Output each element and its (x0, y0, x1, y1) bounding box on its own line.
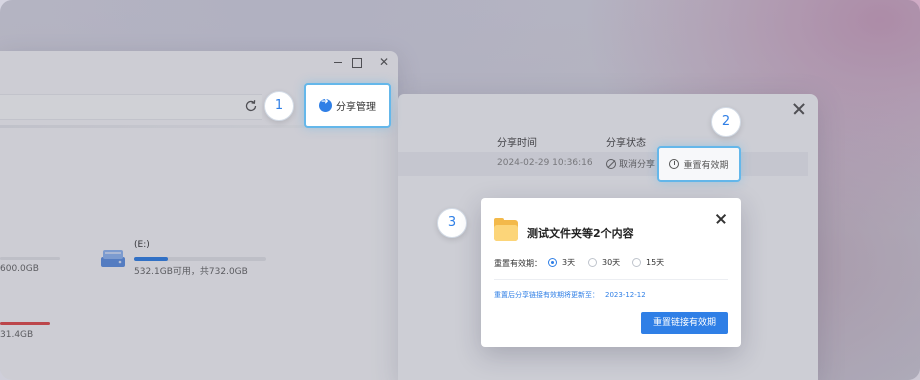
dialog-title: 测试文件夹等2个内容 (527, 227, 634, 240)
reset-expiry-button[interactable]: 重置有效期 (657, 146, 741, 182)
expiry-option-3d[interactable]: 3天 (548, 257, 575, 268)
radio-icon (548, 258, 557, 267)
dim-overlay (0, 0, 920, 380)
step-badge-2: 2 (711, 107, 741, 137)
reset-link-expiry-button[interactable]: 重置链接有效期 (641, 312, 728, 334)
expiry-note-text: 重置后分享链接有效期将更新至： (494, 291, 599, 299)
folder-icon (494, 218, 518, 241)
expiry-note-date: 2023-12-12 (605, 291, 646, 299)
step-badge-1: 1 (264, 91, 294, 121)
step-badge-3: 3 (437, 208, 467, 238)
expiry-label: 重置有效期： (494, 259, 542, 268)
expiry-option-label: 30天 (602, 258, 621, 267)
share-icon (319, 97, 332, 112)
share-manage-label: 分享管理 (336, 102, 376, 113)
expiry-note: 重置后分享链接有效期将更新至： 2023-12-12 (494, 290, 646, 300)
radio-icon (632, 258, 641, 267)
reset-expiry-label: 重置有效期 (683, 160, 729, 171)
clock-icon (669, 159, 680, 169)
close-icon[interactable] (716, 214, 726, 224)
reset-expiry-dialog: 测试文件夹等2个内容 重置有效期： 3天 30天 15天 重置后分享链接有效期将… (481, 198, 741, 347)
screenshot-frame: ✕ 600.0GB (E:) 532.1GB可用，共732.0GB 31.4GB… (0, 0, 920, 380)
expiry-option-30d[interactable]: 30天 (588, 257, 620, 268)
expiry-option-label: 3天 (562, 258, 576, 267)
dialog-divider (494, 279, 728, 280)
share-manage-button[interactable]: 分享管理 (304, 83, 391, 128)
expiry-option-label: 15天 (646, 258, 665, 267)
expiry-option-15d[interactable]: 15天 (632, 257, 664, 268)
radio-icon (588, 258, 597, 267)
